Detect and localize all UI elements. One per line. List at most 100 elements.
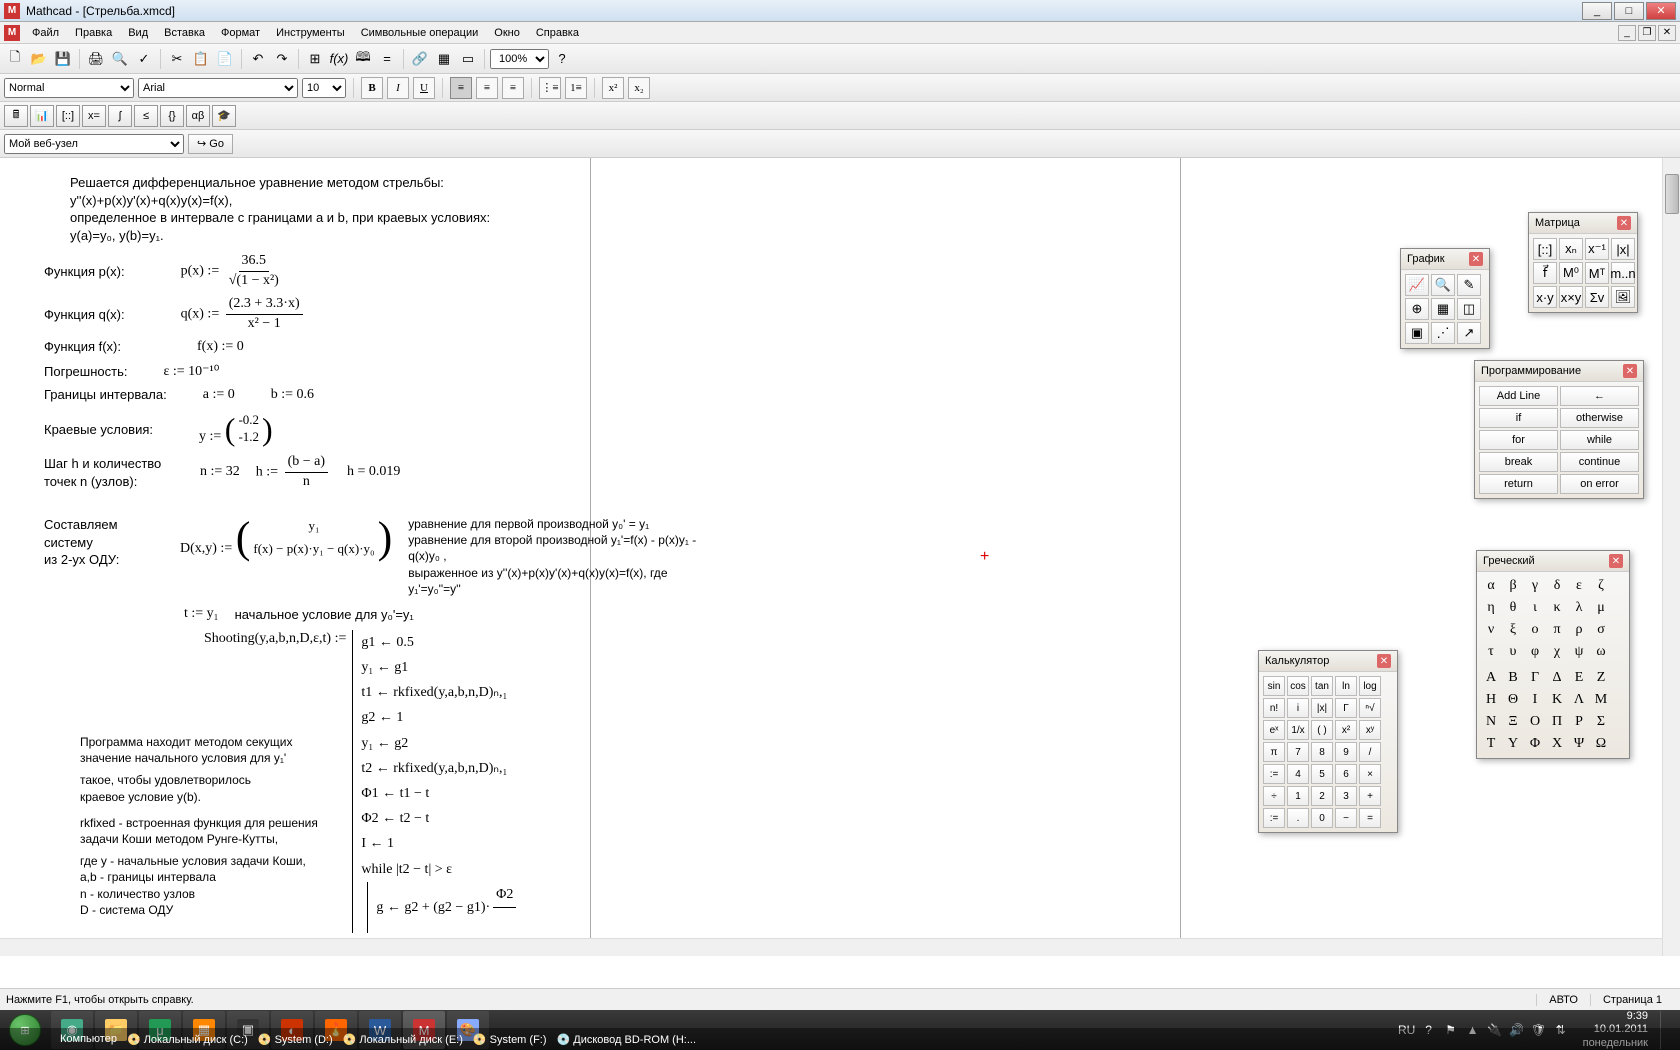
transpose-icon[interactable]: Mᵀ	[1585, 262, 1609, 284]
calc-btn[interactable]: :=	[1263, 808, 1285, 828]
polar-plot-icon[interactable]: ⊕	[1405, 298, 1429, 320]
prog-btn-add-line[interactable]: Add Line	[1479, 386, 1558, 406]
bold-button[interactable]: B	[361, 77, 383, 99]
menu-help[interactable]: Справка	[528, 25, 587, 41]
calc-btn[interactable]: 0	[1311, 808, 1333, 828]
3d-scatter-icon[interactable]: ⋰	[1431, 322, 1455, 344]
calc-btn[interactable]: /	[1359, 742, 1381, 762]
greek-ν[interactable]: ν	[1481, 620, 1501, 640]
calc-btn[interactable]: ×	[1359, 764, 1381, 784]
greek-upper-Η[interactable]: Η	[1481, 690, 1501, 710]
zoom-icon[interactable]: 🔍	[1431, 274, 1455, 296]
matrix-insert-icon[interactable]: [::]	[1533, 238, 1557, 260]
greek-ζ[interactable]: ζ	[1591, 576, 1611, 596]
calc-btn[interactable]: .	[1287, 808, 1309, 828]
child-restore-button[interactable]: ❐	[1638, 25, 1656, 41]
menu-view[interactable]: Вид	[120, 25, 156, 41]
calculus-palette-button[interactable]: ∫	[108, 105, 132, 127]
calc-btn[interactable]: ( )	[1311, 720, 1333, 740]
save-button[interactable]: 💾	[52, 48, 74, 70]
quick-disk-d[interactable]: 📀 System (D:)	[258, 1033, 333, 1046]
calc-btn[interactable]: n!	[1263, 698, 1285, 718]
greek-ε[interactable]: ε	[1569, 576, 1589, 596]
maximize-button[interactable]: □	[1614, 2, 1644, 20]
calc-btn[interactable]: 6	[1335, 764, 1357, 784]
greek-α[interactable]: α	[1481, 576, 1501, 596]
calc-btn[interactable]: log	[1359, 676, 1381, 696]
cut-button[interactable]: ✂	[166, 48, 188, 70]
surface-plot-icon[interactable]: ▦	[1431, 298, 1455, 320]
menu-format[interactable]: Формат	[213, 25, 268, 41]
quick-computer[interactable]: Компьютер	[60, 1033, 117, 1045]
superscript-button[interactable]: x²	[602, 77, 624, 99]
calc-btn[interactable]: 9	[1335, 742, 1357, 762]
font-select[interactable]: Arial	[138, 78, 298, 98]
xy-plot-icon[interactable]: 📈	[1405, 274, 1429, 296]
greek-δ[interactable]: δ	[1547, 576, 1567, 596]
menu-symbolic[interactable]: Символьные операции	[353, 25, 487, 41]
programming-palette[interactable]: Программирование✕ Add Line←ifotherwisefo…	[1474, 360, 1644, 499]
prog-btn-return[interactable]: return	[1479, 474, 1558, 494]
graph-palette-button[interactable]: 📊	[30, 105, 54, 127]
dot-product-icon[interactable]: x·y	[1533, 286, 1557, 308]
quick-disk-f[interactable]: 📀 System (F:)	[473, 1033, 547, 1046]
programming-palette-button[interactable]: {}	[160, 105, 184, 127]
greek-palette[interactable]: Греческий✕ αβγδεζηθικλμνξοπρστυφχψω ΑΒΓΔ…	[1476, 550, 1630, 759]
calc-btn[interactable]: π	[1263, 742, 1285, 762]
calc-btn[interactable]: =	[1359, 808, 1381, 828]
prog-btn-break[interactable]: break	[1479, 452, 1558, 472]
menu-tools[interactable]: Инструменты	[268, 25, 353, 41]
picture-icon[interactable]: 🖼	[1611, 286, 1635, 308]
matrix-palette-close[interactable]: ✕	[1617, 216, 1631, 230]
print-preview-button[interactable]: 🔍	[109, 48, 131, 70]
greek-upper-Ψ[interactable]: Ψ	[1569, 734, 1589, 754]
greek-upper-Ρ[interactable]: Ρ	[1569, 712, 1589, 732]
graph-palette-close[interactable]: ✕	[1469, 252, 1483, 266]
greek-upper-Θ[interactable]: Θ	[1503, 690, 1523, 710]
greek-upper-Ω[interactable]: Ω	[1591, 734, 1611, 754]
menu-file[interactable]: Файл	[24, 25, 67, 41]
cross-product-icon[interactable]: x×y	[1559, 286, 1583, 308]
greek-τ[interactable]: τ	[1481, 642, 1501, 662]
insert-function-button[interactable]: f(x)	[328, 48, 350, 70]
greek-ρ[interactable]: ρ	[1569, 620, 1589, 640]
greek-γ[interactable]: γ	[1525, 576, 1545, 596]
calc-btn[interactable]: |x|	[1311, 698, 1333, 718]
greek-θ[interactable]: θ	[1503, 598, 1523, 618]
greek-κ[interactable]: κ	[1547, 598, 1567, 618]
calc-btn[interactable]: ln	[1335, 676, 1357, 696]
italic-button[interactable]: I	[387, 77, 409, 99]
calc-btn[interactable]: Γ	[1335, 698, 1357, 718]
greek-μ[interactable]: μ	[1591, 598, 1611, 618]
determinant-icon[interactable]: |x|	[1611, 238, 1635, 260]
greek-upper-Υ[interactable]: Υ	[1503, 734, 1523, 754]
calc-btn[interactable]: 5	[1311, 764, 1333, 784]
calc-btn[interactable]: +	[1359, 786, 1381, 806]
calculator-palette[interactable]: Калькулятор✕ sincostanlnlogn!i|x|Γⁿ√eˣ1/…	[1258, 650, 1398, 833]
inverse-icon[interactable]: x⁻¹	[1585, 238, 1609, 260]
undo-button[interactable]: ↶	[247, 48, 269, 70]
trace-icon[interactable]: ✎	[1457, 274, 1481, 296]
insert-hyperlink-button[interactable]: 🔗	[409, 48, 431, 70]
symbolic-palette-button[interactable]: 🎓	[212, 105, 236, 127]
menu-edit[interactable]: Правка	[67, 25, 120, 41]
scroll-thumb[interactable]	[1665, 174, 1679, 214]
greek-upper-Δ[interactable]: Δ	[1547, 668, 1567, 688]
style-select[interactable]: Normal	[4, 78, 134, 98]
greek-upper-Κ[interactable]: Κ	[1547, 690, 1567, 710]
evaluation-palette-button[interactable]: x=	[82, 105, 106, 127]
vertical-scrollbar[interactable]	[1662, 158, 1680, 956]
greek-upper-Ε[interactable]: Ε	[1569, 668, 1589, 688]
greek-ι[interactable]: ι	[1525, 598, 1545, 618]
greek-upper-Π[interactable]: Π	[1547, 712, 1567, 732]
prog-btn-continue[interactable]: continue	[1560, 452, 1639, 472]
spellcheck-button[interactable]: ✓	[133, 48, 155, 70]
programming-palette-close[interactable]: ✕	[1623, 364, 1637, 378]
website-select[interactable]: Мой веб-узел	[4, 134, 184, 154]
numbering-button[interactable]: 1≡	[565, 77, 587, 99]
align-regions-button[interactable]: ⊞	[304, 48, 326, 70]
calc-btn[interactable]: 7	[1287, 742, 1309, 762]
greek-upper-Γ[interactable]: Γ	[1525, 668, 1545, 688]
prog-btn-for[interactable]: for	[1479, 430, 1558, 450]
greek-upper-Λ[interactable]: Λ	[1569, 690, 1589, 710]
